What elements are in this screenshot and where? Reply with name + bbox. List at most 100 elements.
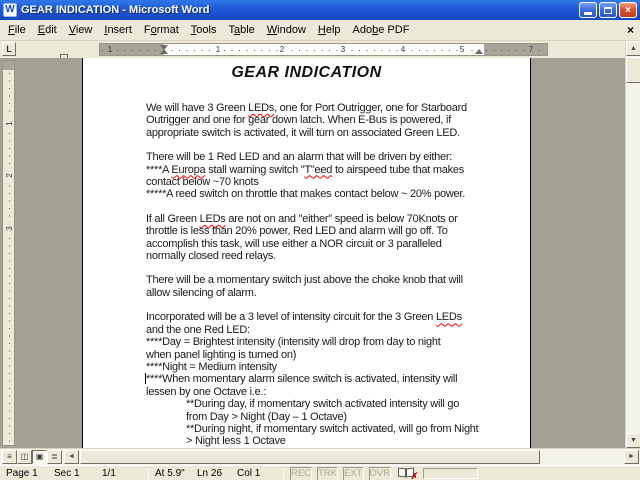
menu-format[interactable]: Format [138,22,185,38]
ruler-number: 1 [106,45,114,55]
text-run: accomplish this task, will use either a … [146,238,442,250]
scroll-left-button[interactable]: ◄ [64,450,79,464]
ruler-number: 3 [339,45,347,55]
ruler-number: 4 [399,45,407,55]
ruler-number: 7 [527,45,535,55]
status-mode-trk[interactable]: TRK [317,467,338,480]
paragraph: If all Green LEDs are not on and "either… [146,213,496,263]
text-run: If all Green [146,213,200,225]
status-line-number: Ln 26 [197,468,237,479]
document-body: We will have 3 Green LEDs, one for Port … [146,102,496,448]
misspelled-word: Europa [171,164,205,176]
document-close-icon[interactable]: × [627,24,634,36]
status-at-position: At 5.9" [155,468,197,479]
menu-edit[interactable]: Edit [32,22,63,38]
minimize-button[interactable] [579,2,597,18]
restore-icon [604,7,612,14]
menu-view[interactable]: View [63,22,99,38]
web-layout-view-button[interactable]: ◫ [17,450,32,464]
vertical-ruler-margin-zone [3,61,14,70]
menu-adobe-pdf[interactable]: Adobe PDF [347,22,416,38]
close-button[interactable]: × [619,2,637,18]
horizontal-ruler-row: L 1 1 2 3 4 5 7 [0,41,625,58]
scroll-right-button[interactable]: ► [624,450,639,464]
window-title: GEAR INDICATION - Microsoft Word [21,4,579,16]
tab-stop-selector[interactable]: L [2,42,16,56]
misspelled-word: T"eed [304,164,332,176]
text-run: There will be 1 Red LED and an alarm tha… [146,151,452,163]
text-run: Incorporated will be a 3 level of intens… [146,311,436,323]
horizontal-scroll-thumb[interactable] [80,450,540,464]
status-page-of-total: 1/1 [102,468,142,479]
ruler-number: 2 [278,45,286,55]
menu-window[interactable]: Window [261,22,312,38]
scroll-down-button[interactable]: ▼ [626,433,640,448]
text-run: *****A reed switch on throttle that make… [146,188,465,200]
menu-help[interactable]: Help [312,22,347,38]
restore-button[interactable] [599,2,617,18]
outline-view-button[interactable]: ≣ [47,450,62,464]
word-app-icon: W [3,3,17,17]
text-run: lessen by one Octave i.e.: [146,386,266,398]
ruler-number: 1 [214,45,222,55]
status-mode-ext[interactable]: EXT [343,467,363,480]
menu-table[interactable]: Table [222,22,260,38]
ruler-number: 3 [5,222,14,235]
paragraph: **During day, if momentary switch activa… [186,398,496,448]
vertical-scroll-thumb[interactable] [626,57,640,83]
document-page[interactable]: GEAR INDICATION We will have 3 Green LED… [82,58,531,448]
text-run: > Night less 1 Octave [186,435,286,447]
paragraph: There will be a momentary switch just ab… [146,274,496,299]
word-window: W GEAR INDICATION - Microsoft Word × Fil… [0,0,640,480]
text-run: ****A [146,164,171,176]
ruler-number: 2 [5,169,14,182]
text-run: We will have 3 Green [146,102,248,114]
document-area: 1 2 3 GEAR INDICATION We will have 3 Green… [0,58,625,448]
text-run: ****Day = Brightest intensity (intensity… [146,336,441,348]
status-page: Page 1 [6,468,54,479]
status-separator [148,468,149,479]
misspelled-word: LEDs [436,311,462,323]
menu-tools[interactable]: Tools [185,22,223,38]
status-bar: Page 1 Sec 1 1/1 At 5.9" Ln 26 Col 1 REC… [0,465,640,480]
right-margin-zone [484,44,547,55]
vertical-ruler[interactable]: 1 2 3 [2,60,15,446]
ruler-ticks [164,50,484,51]
normal-view-button[interactable]: ≡ [2,450,17,464]
menu-insert[interactable]: Insert [98,22,138,38]
right-indent-marker[interactable] [475,49,483,54]
paragraph: Incorporated will be a 3 level of intens… [146,311,496,398]
text-run: to airspeed tube that makes [332,164,464,176]
misspelled-word: LEDs [200,213,226,225]
title-bar: W GEAR INDICATION - Microsoft Word × [0,0,640,20]
document-heading: GEAR INDICATION [83,64,530,81]
print-layout-view-button[interactable]: ▣ [32,450,47,464]
ruler-number: 1 [5,117,14,130]
misspelled-word: LEDs [248,102,274,114]
text-run: from Day > Night (Day – 1 Octave) [186,411,347,423]
status-mode-rec[interactable]: REC [290,467,312,480]
minimize-icon [584,12,592,15]
menu-file[interactable]: File [2,22,32,38]
text-run: normally closed reed relays. [146,250,276,262]
status-separator [283,468,284,479]
text-run: contact below ~70 knots [146,176,259,188]
ruler-number: 5 [458,45,466,55]
text-run: Outrigger and one for gear down latch. W… [146,114,451,126]
menu-items: FileEditViewInsertFormatToolsTableWindow… [2,24,415,36]
paragraph: We will have 3 Green LEDs, one for Port … [146,102,496,139]
text-run: ****When momentary alarm silence switch … [146,373,457,385]
scroll-up-button[interactable]: ▲ [626,41,640,56]
vertical-scrollbar[interactable]: ▲ ▼ [625,41,640,448]
status-column-number: Col 1 [237,468,277,479]
book-page-left [398,468,406,478]
text-run: allow silencing of alarm. [146,287,257,299]
paragraph: There will be 1 Red LED and an alarm tha… [146,151,496,201]
text-run: There will be a momentary switch just ab… [146,274,463,286]
text-run: **During day, if momentary switch activa… [186,398,459,410]
text-run: , one for Port Outrigger, one for Starbo… [274,102,467,114]
spelling-grammar-status-icon[interactable]: ✗ [398,467,415,479]
hanging-indent-marker[interactable] [160,49,168,54]
horizontal-ruler[interactable]: 1 1 2 3 4 5 7 [99,43,548,56]
status-mode-ovr[interactable]: OVR [369,467,392,480]
